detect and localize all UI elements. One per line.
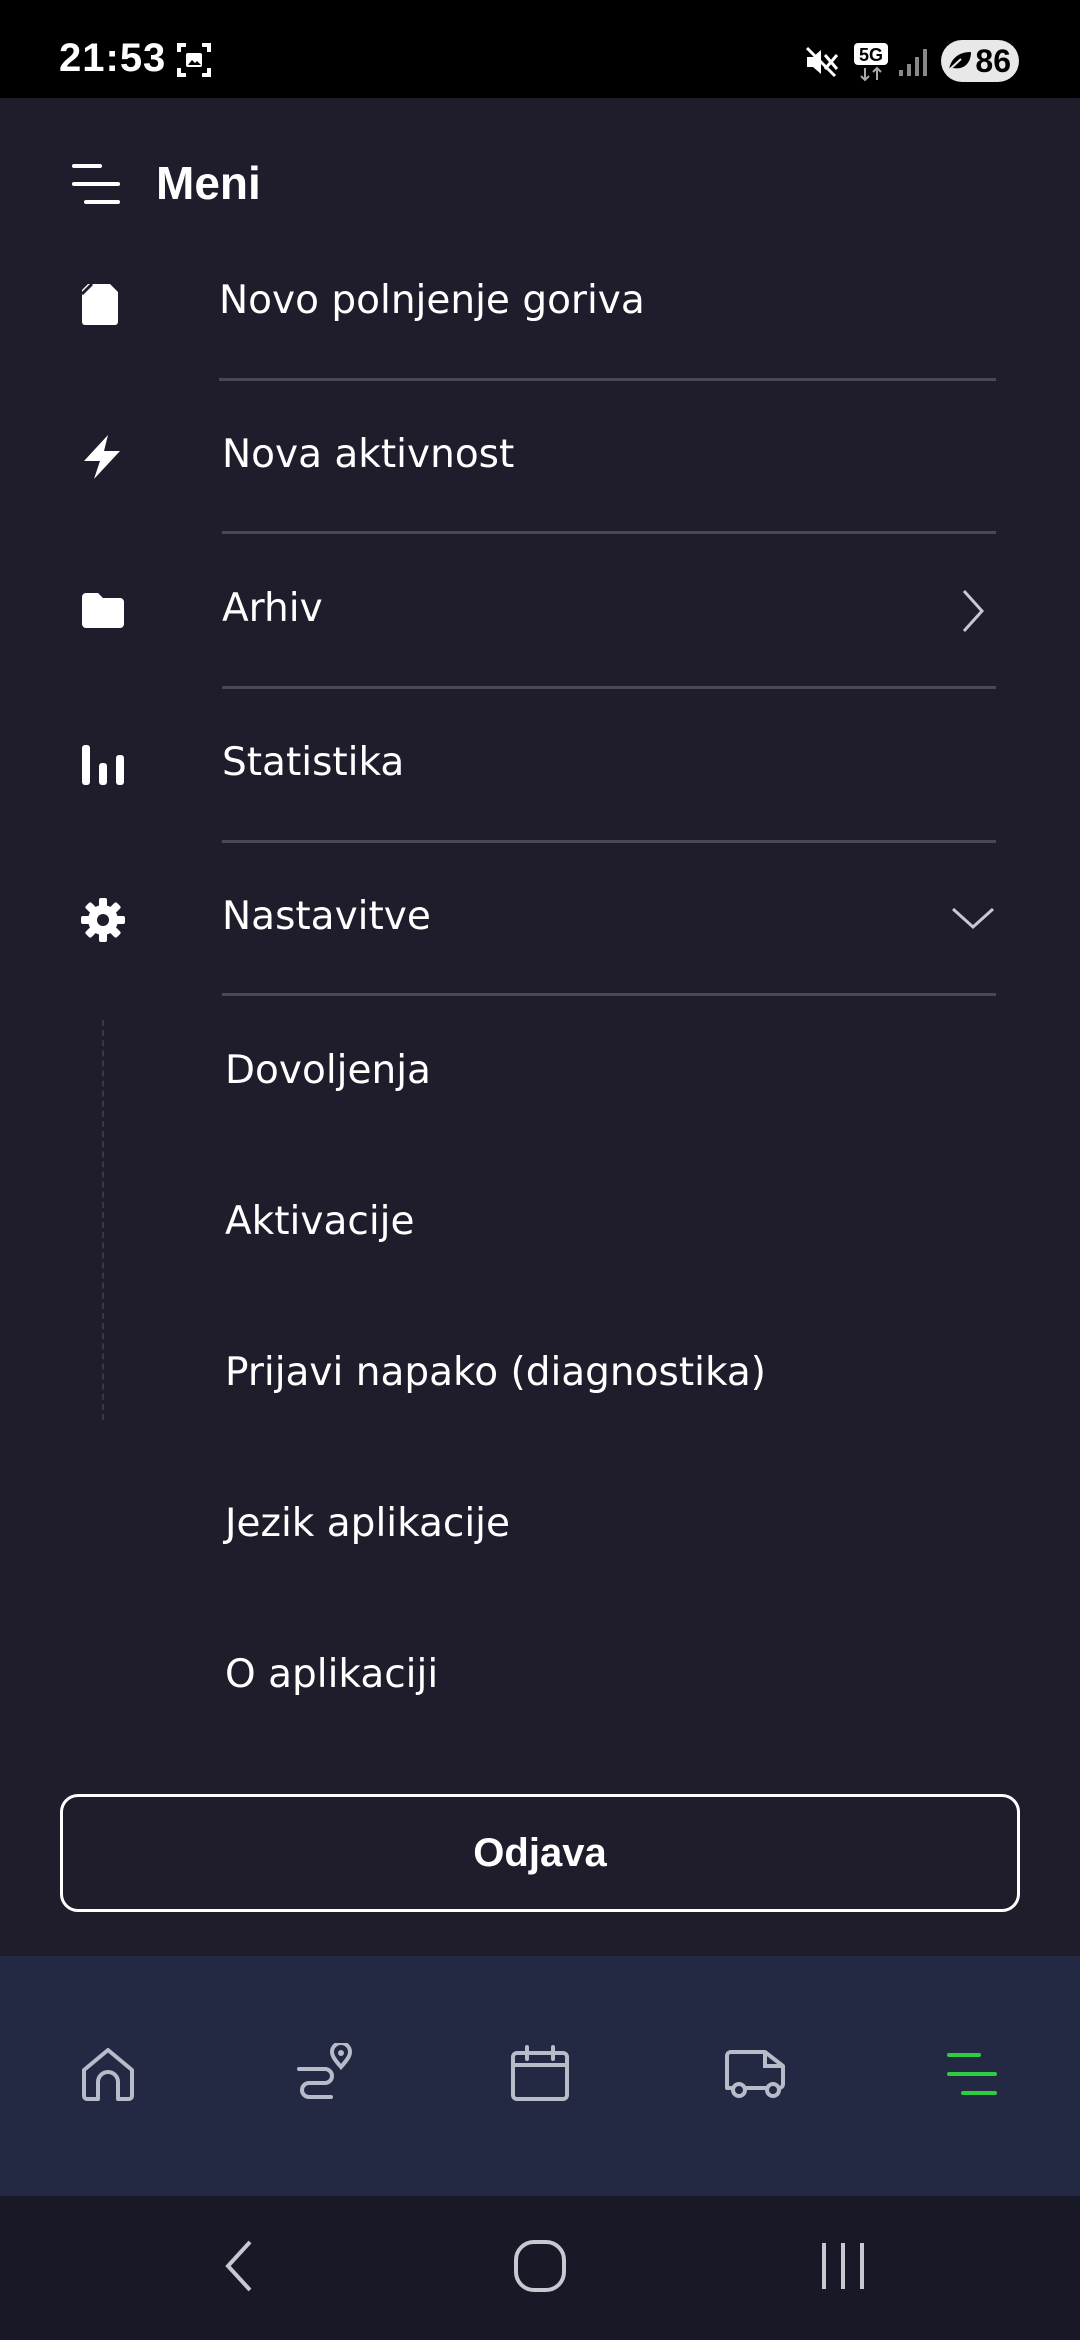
system-recents-button[interactable] <box>743 2196 943 2340</box>
battery-indicator: 86 <box>941 40 1019 82</box>
bolt-icon <box>80 433 126 485</box>
submenu-item-about-app[interactable]: O aplikaciji <box>0 1600 1080 1751</box>
signal-icon <box>897 46 931 82</box>
folder-icon <box>80 591 126 633</box>
submenu-item-report-bug[interactable]: Prijavi napako (diagnostika) <box>0 1298 1080 1449</box>
recents-icon <box>818 2241 868 2295</box>
logout-button[interactable]: Odjava <box>60 1794 1020 1912</box>
menu-item-statistics[interactable]: Statistika <box>0 689 1080 843</box>
submenu-item-label: Aktivacije <box>225 1199 415 1244</box>
menu-item-settings[interactable]: Nastavitve <box>0 843 1080 997</box>
submenu-item-app-language[interactable]: Jezik aplikacije <box>0 1449 1080 1600</box>
screenshot-icon <box>176 42 212 82</box>
submenu-item-label: Jezik aplikacije <box>225 1501 511 1546</box>
menu-title: Meni <box>156 157 261 209</box>
leaf-icon <box>947 50 973 76</box>
menu-item-label: Nastavitve <box>222 894 431 939</box>
home-circle-icon <box>512 2238 568 2298</box>
submenu-item-label: Dovoljenja <box>225 1048 431 1093</box>
5g-label: 5G <box>859 45 883 65</box>
menu-item-new-activity[interactable]: Nova aktivnost <box>0 381 1080 535</box>
truck-icon <box>723 2048 789 2104</box>
system-home-button[interactable] <box>440 2196 640 2340</box>
calendar-icon <box>510 2045 570 2107</box>
bar-chart-icon <box>80 745 126 789</box>
fuel-icon <box>80 282 120 330</box>
nav-home[interactable] <box>0 1956 216 2196</box>
nav-menu[interactable] <box>864 1956 1080 2196</box>
submenu-item-label: Prijavi napako (diagnostika) <box>225 1350 766 1395</box>
submenu-item-label: O aplikaciji <box>225 1652 439 1697</box>
submenu-item-permissions[interactable]: Dovoljenja <box>0 996 1080 1147</box>
menu-icon <box>945 2051 999 2101</box>
nav-route[interactable] <box>216 1956 432 2196</box>
bottom-nav <box>0 1956 1080 2196</box>
menu-item-label: Novo polnjenje goriva <box>219 278 645 323</box>
battery-level: 86 <box>975 42 1011 79</box>
chevron-down-icon <box>950 903 996 937</box>
status-bar: 21:53 5G 86 <box>0 0 1080 98</box>
menu-item-label: Nova aktivnost <box>222 432 515 477</box>
menu-lines-icon[interactable] <box>72 163 120 209</box>
gear-icon <box>80 897 126 947</box>
system-nav <box>0 2196 1080 2340</box>
home-icon <box>78 2044 138 2108</box>
back-icon <box>220 2238 260 2298</box>
route-icon <box>293 2041 355 2109</box>
menu-item-archive[interactable]: Arhiv <box>0 535 1080 689</box>
submenu-item-activations[interactable]: Aktivacije <box>0 1147 1080 1298</box>
system-back-button[interactable] <box>140 2196 340 2340</box>
nav-vehicle[interactable] <box>648 1956 864 2196</box>
nav-calendar[interactable] <box>432 1956 648 2196</box>
menu-item-label: Statistika <box>222 740 405 785</box>
mute-icon <box>805 46 839 82</box>
menu-item-new-refuel[interactable]: Novo polnjenje goriva <box>0 228 1080 382</box>
status-time: 21:53 <box>59 36 167 80</box>
chevron-right-icon <box>958 587 988 639</box>
divider <box>222 531 996 534</box>
menu-item-label: Arhiv <box>222 586 323 631</box>
5g-icon: 5G <box>853 42 889 86</box>
